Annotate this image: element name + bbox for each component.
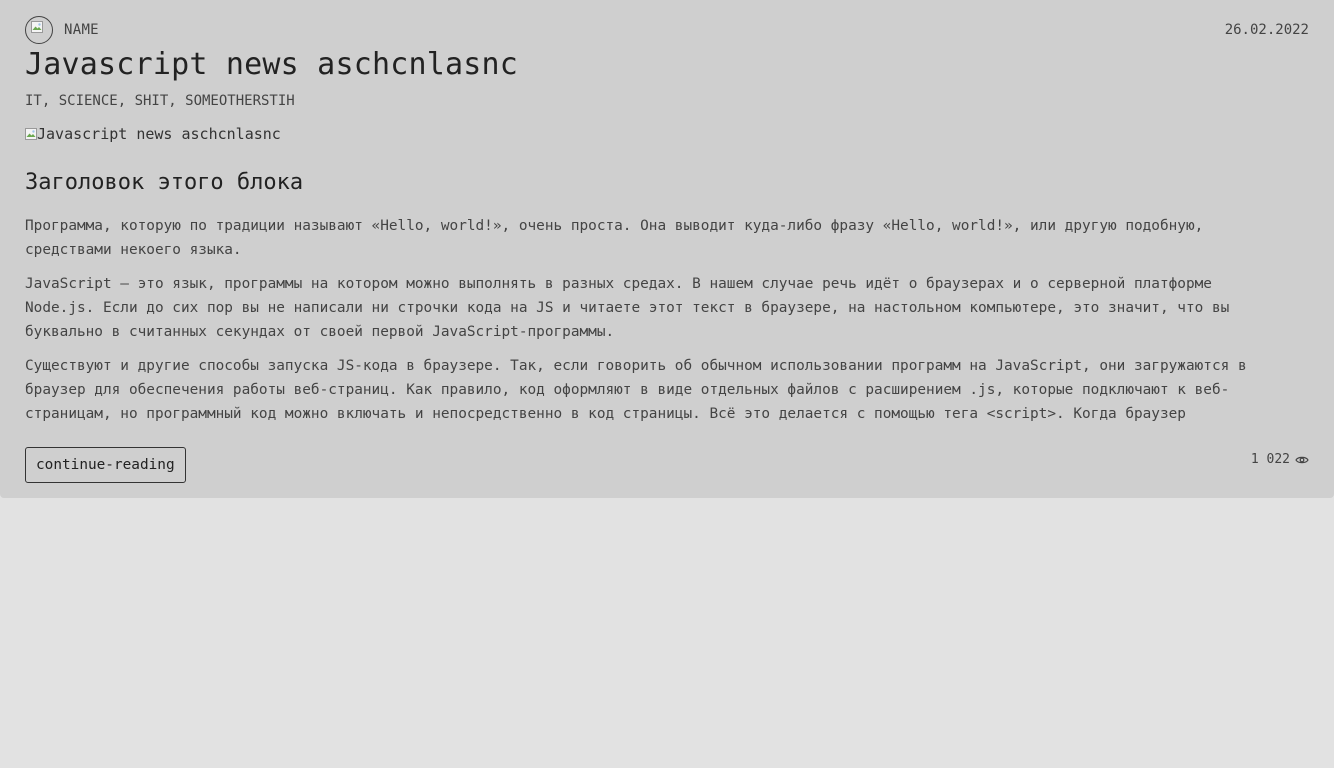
cover-alt-text: Javascript news aschcnlasnc (37, 125, 281, 143)
post-tags: IT, SCIENCE, SHIT, SOMEOTHERSTIH (25, 93, 295, 109)
views-count: 1 022 (1250, 452, 1290, 467)
post-title: Javascript news aschcnlasnc (25, 47, 519, 82)
post-date: 26.02.2022 (1224, 22, 1309, 38)
avatar (25, 16, 53, 44)
paragraph: Программа, которую по традиции называют … (25, 218, 1204, 258)
post-header: NAME 26.02.2022 (25, 15, 1309, 45)
block-title: Заголовок этого блока (25, 170, 304, 195)
broken-image-icon (25, 128, 37, 140)
paragraph: Существуют и другие способы запуска JS-к… (25, 358, 1247, 422)
post-card: NAME 26.02.2022 Javascript news aschcnla… (0, 0, 1334, 498)
paragraph: JavaScript — это язык, программы на кото… (25, 276, 1230, 340)
author-name: NAME (64, 22, 99, 38)
author: NAME (25, 15, 1309, 45)
broken-image-icon (31, 21, 43, 33)
cover-image: Javascript news aschcnlasnc (25, 125, 281, 143)
views-counter: 1 022 (1251, 452, 1309, 467)
eye-icon (1295, 456, 1309, 463)
continue-reading-button[interactable]: continue-reading (25, 447, 186, 483)
